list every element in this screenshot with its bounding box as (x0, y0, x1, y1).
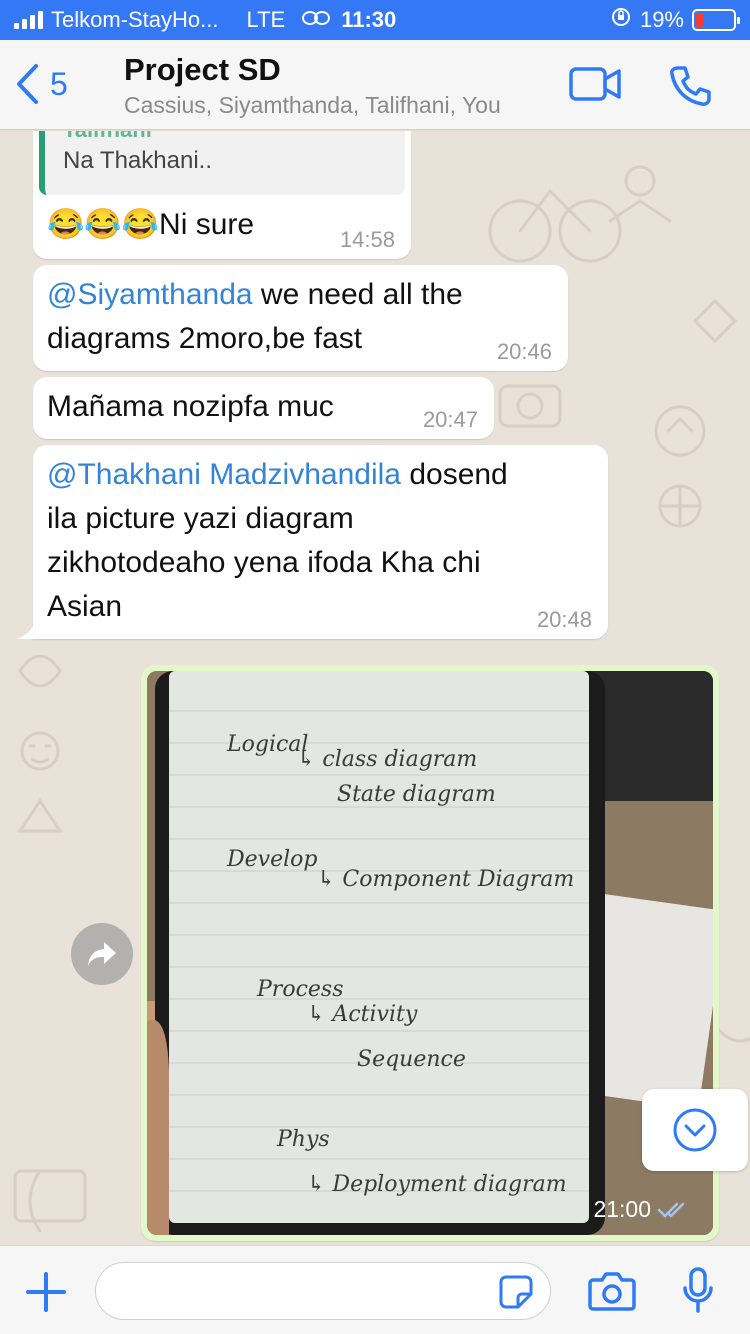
back-button[interactable]: 5 (14, 62, 68, 106)
mention-link[interactable]: @Thakhani Madzivhandila (47, 458, 401, 491)
phone-icon (670, 66, 711, 106)
sticker-icon (499, 1275, 533, 1309)
message-text: Mañama nozipfa muc (47, 390, 334, 423)
message-bubble[interactable]: Talifhani Na Thakhani.. 😂😂😂Ni sure 14:58 (33, 131, 411, 259)
note-line: State diagram (337, 782, 496, 807)
note-line: Process (256, 977, 344, 1002)
attach-button[interactable] (24, 1270, 68, 1319)
battery-icon (692, 9, 740, 31)
voice-message-button[interactable] (682, 1266, 714, 1321)
video-call-button[interactable] (568, 64, 622, 109)
image-time: 21:00 (593, 1196, 691, 1223)
message-bubble[interactable]: Mañama nozipfa muc 20:47 (33, 377, 494, 439)
chevron-left-icon (17, 64, 38, 104)
bubble-tail (16, 621, 36, 639)
battery-percent: 19% (639, 7, 684, 32)
chevron-down-circle-icon (673, 1108, 717, 1152)
camera-button[interactable] (588, 1270, 636, 1317)
forward-arrow-icon (88, 942, 116, 966)
orientation-lock-icon (610, 6, 632, 34)
carrier-name: Telkom-StayHo... (51, 7, 219, 32)
note-line: ↳ Activity (307, 1002, 418, 1027)
quoted-author: Talifhani (63, 131, 152, 141)
wifi-calling-icon (301, 7, 331, 33)
voice-call-button[interactable] (668, 64, 712, 113)
message-text: @Siyamthanda we need all the diagrams 2m… (47, 273, 463, 361)
quoted-message[interactable]: Talifhani Na Thakhani.. (39, 131, 405, 195)
unread-count: 5 (50, 65, 68, 102)
mention-link[interactable]: @Siyamthanda (47, 278, 253, 311)
clock: 11:30 (341, 7, 397, 32)
chat-title[interactable]: Project SD (124, 52, 281, 88)
message-time: 20:47 (422, 407, 478, 432)
message-text: 😂😂😂Ni sure (47, 208, 255, 241)
message-time: 20:48 (536, 607, 592, 632)
scroll-to-bottom-button[interactable] (642, 1089, 748, 1171)
plus-icon (26, 1272, 66, 1312)
message-line: we need all the (252, 278, 463, 311)
signal-icon (14, 11, 43, 29)
status-bar: Telkom-StayHo... LTE 11:30 19% (0, 0, 750, 40)
photo-thumbnail[interactable]: Logical ↳ class diagram State diagram De… (147, 671, 713, 1235)
handwritten-notes-photo: Logical ↳ class diagram State diagram De… (147, 671, 713, 1235)
forward-button[interactable] (71, 923, 133, 985)
note-line: Sequence (357, 1047, 466, 1072)
note-line: Develop (226, 847, 317, 872)
note-line: ↳ Component Diagram (317, 867, 574, 892)
image-message[interactable]: Logical ↳ class diagram State diagram De… (141, 665, 719, 1241)
image-time-text: 21:00 (593, 1196, 651, 1222)
double-check-icon (657, 1202, 685, 1218)
note-line: Phys (276, 1127, 330, 1152)
note-line: ↳ class diagram (297, 747, 477, 772)
message-line: zikhotodeaho yena ifoda Kha chi (47, 546, 481, 579)
video-camera-icon (569, 67, 621, 101)
message-line: diagrams 2moro,be fast (47, 322, 363, 355)
chat-header: 5 Project SD Cassius, Siyamthanda, Talif… (0, 40, 750, 130)
message-line: dosend (400, 458, 508, 491)
message-input[interactable] (95, 1262, 551, 1320)
quoted-text: Na Thakhani.. (63, 147, 212, 174)
message-bubble[interactable]: @Siyamthanda we need all the diagrams 2m… (33, 265, 568, 371)
chat-participants[interactable]: Cassius, Siyamthanda, Talifhani, You (124, 92, 501, 119)
sticker-button[interactable] (498, 1274, 534, 1315)
camera-icon (588, 1272, 636, 1311)
message-text: @Thakhani Madzivhandila dosend ila pictu… (47, 453, 508, 629)
note-line: ↳ Deployment diagram (307, 1172, 567, 1197)
message-time: 20:46 (496, 339, 552, 364)
message-time: 14:58 (339, 227, 395, 252)
message-line: Asian (47, 590, 123, 623)
microphone-icon (683, 1267, 713, 1313)
input-bar (0, 1245, 750, 1334)
network-type: LTE (246, 7, 286, 32)
message-line: ila picture yazi diagram (47, 502, 354, 535)
message-bubble[interactable]: @Thakhani Madzivhandila dosend ila pictu… (33, 445, 608, 639)
chat-area[interactable]: Talifhani Na Thakhani.. 😂😂😂Ni sure 14:58… (0, 131, 750, 1245)
